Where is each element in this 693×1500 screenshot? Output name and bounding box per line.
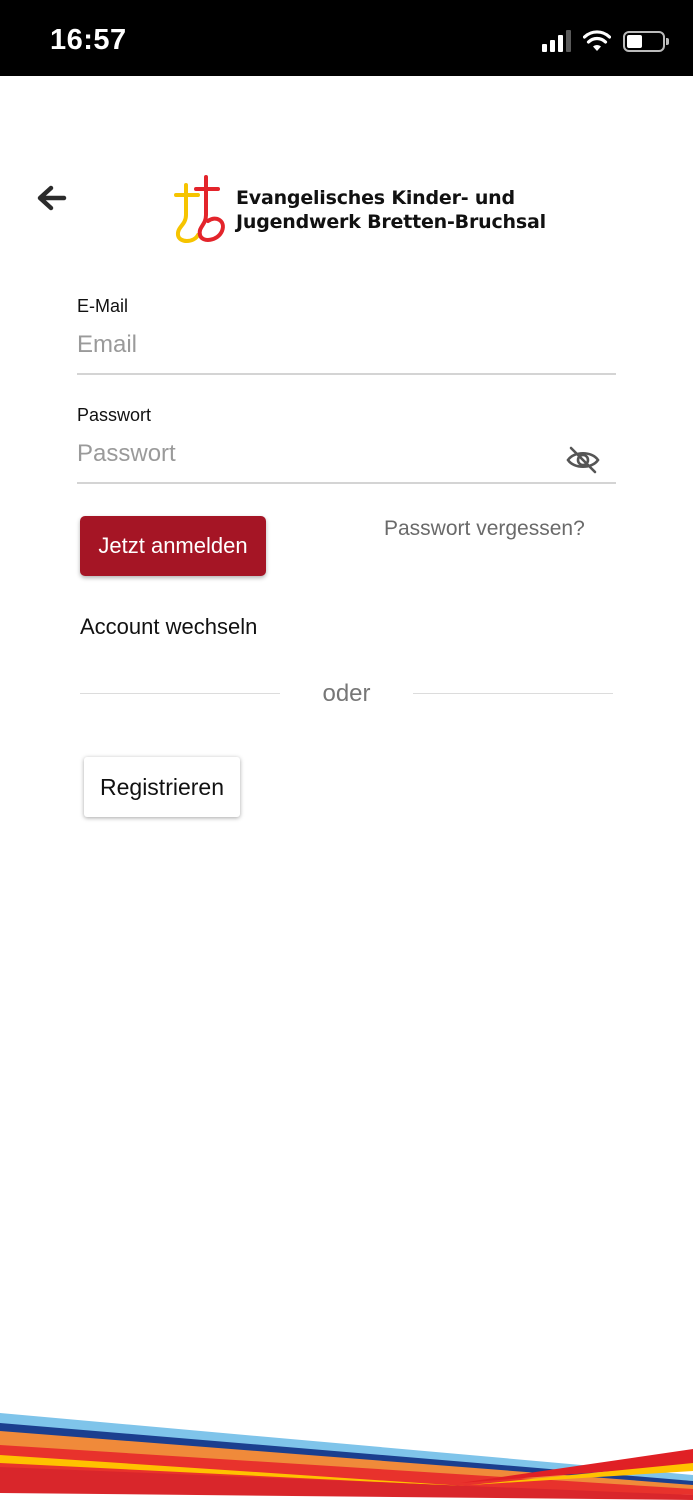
divider-label: oder [322, 680, 371, 707]
password-visibility-toggle-icon[interactable] [566, 445, 600, 475]
ejw-logo-mark-icon [174, 175, 225, 243]
status-time: 16:57 [50, 24, 127, 56]
forgot-password-link[interactable]: Passwort vergessen? [384, 517, 585, 541]
status-bar: 16:57 [0, 0, 693, 76]
logo-text-line1: Evangelisches Kinder- und [236, 187, 515, 209]
status-icons [542, 30, 669, 52]
password-label: Passwort [77, 405, 152, 425]
divider-line-right [413, 693, 613, 694]
wifi-icon [583, 30, 611, 51]
back-arrow-icon[interactable] [34, 182, 70, 214]
login-button[interactable]: Jetzt anmelden [80, 516, 266, 576]
cellular-signal-icon [542, 30, 571, 52]
logo-text: Evangelisches Kinder- und Jugendwerk Bre… [236, 186, 546, 234]
battery-icon [623, 30, 669, 52]
register-button[interactable]: Registrieren [84, 757, 240, 817]
organization-logo: Evangelisches Kinder- und Jugendwerk Bre… [172, 175, 546, 245]
email-label: E-Mail [77, 296, 129, 316]
logo-text-line2: Jugendwerk Bretten-Bruchsal [236, 211, 546, 233]
switch-account-link[interactable]: Account wechseln [80, 614, 257, 640]
email-field-group: E-Mail [77, 296, 616, 375]
decorative-footer-stripes [0, 1413, 693, 1500]
email-input[interactable] [77, 331, 616, 375]
password-input[interactable] [77, 440, 616, 484]
password-field-group: Passwort [77, 405, 616, 484]
